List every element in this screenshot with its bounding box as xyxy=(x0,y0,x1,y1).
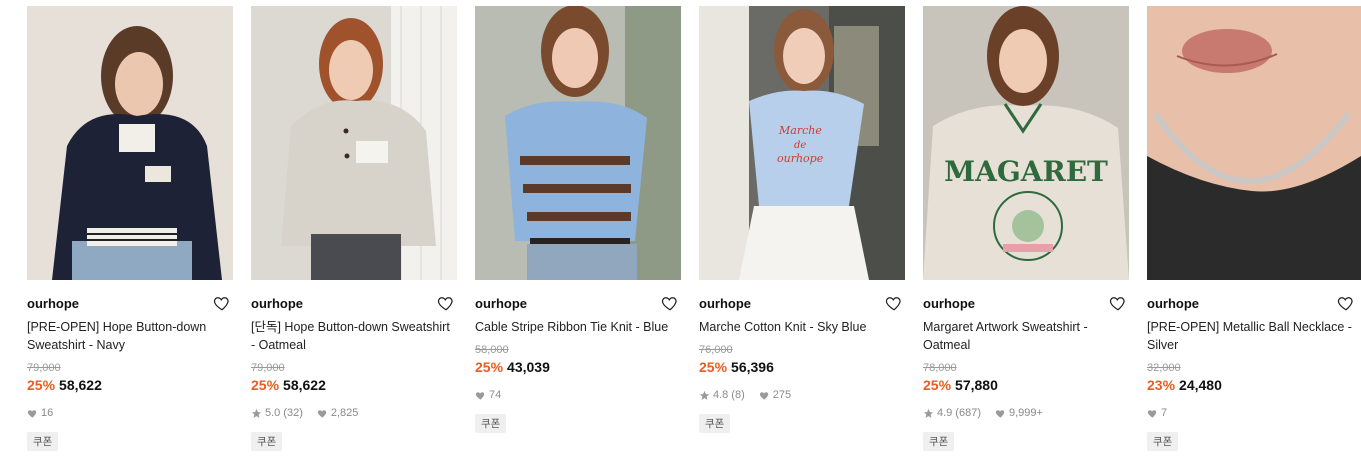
heart-icon[interactable] xyxy=(885,294,903,312)
brand-name[interactable]: ourhope xyxy=(1147,296,1199,311)
star-icon xyxy=(251,408,262,419)
discount-rate: 25% xyxy=(923,377,952,393)
coupon-badge: 쿠폰 xyxy=(923,432,955,451)
sale-price: 24,480 xyxy=(1179,377,1222,393)
product-image[interactable]: MAGARET xyxy=(923,6,1129,280)
discount-rate: 23% xyxy=(1147,377,1176,393)
heart-filled-icon xyxy=(759,390,770,401)
brand-name[interactable]: ourhope xyxy=(475,296,527,311)
like-count: 74 xyxy=(489,389,502,401)
price-line: 25% 56,396 xyxy=(699,359,774,375)
brand-name[interactable]: ourhope xyxy=(27,296,79,311)
coupon-badge: 쿠폰 xyxy=(1147,432,1179,451)
heart-filled-icon xyxy=(475,390,486,401)
product-image[interactable]: Marche de ourhope xyxy=(699,6,905,280)
price-line: 25% 58,622 xyxy=(251,377,326,393)
discount-rate: 25% xyxy=(27,377,56,393)
product-title[interactable]: [PRE-OPEN] Metallic Ball Necklace - Silv… xyxy=(1147,318,1361,354)
rating: 4.8 xyxy=(713,389,729,401)
brand-name[interactable]: ourhope xyxy=(699,296,751,311)
original-price: 78,000 xyxy=(923,362,957,374)
heart-icon[interactable] xyxy=(437,294,455,312)
coupon-badge: 쿠폰 xyxy=(251,432,283,451)
coupon-badge: 쿠폰 xyxy=(475,414,507,433)
product-meta: 5.0 (32) 2,825 xyxy=(251,407,358,419)
original-price: 32,000 xyxy=(1147,362,1181,374)
product-title[interactable]: Marche Cotton Knit - Sky Blue xyxy=(699,318,905,336)
price-line: 25% 43,039 xyxy=(475,359,550,375)
product-image[interactable] xyxy=(1147,6,1361,280)
heart-icon[interactable] xyxy=(1109,294,1127,312)
sale-price: 57,880 xyxy=(955,377,998,393)
discount-rate: 25% xyxy=(251,377,280,393)
rating: 5.0 xyxy=(265,407,281,419)
heart-icon[interactable] xyxy=(1337,294,1355,312)
product-meta: 74 xyxy=(475,389,501,401)
star-icon xyxy=(699,390,710,401)
heart-filled-icon xyxy=(317,408,328,419)
review-count: (687) xyxy=(955,407,981,419)
product-card[interactable]: MAGARET ourhope Margaret Artwork Sweatsh… xyxy=(923,6,1129,461)
product-title[interactable]: [PRE-OPEN] Hope Button-down Sweatshirt -… xyxy=(27,318,233,354)
original-price: 76,000 xyxy=(699,344,733,356)
like-count: 9,999+ xyxy=(1008,407,1043,419)
product-card[interactable]: ourhope [PRE-OPEN] Metallic Ball Necklac… xyxy=(1147,6,1361,461)
like-count: 2,825 xyxy=(330,407,359,419)
discount-rate: 25% xyxy=(699,359,728,375)
heart-icon[interactable] xyxy=(213,294,231,312)
review-count: (32) xyxy=(283,407,303,419)
product-image[interactable] xyxy=(251,6,457,280)
review-count: (8) xyxy=(731,389,745,401)
product-card[interactable]: Marche de ourhope ourhope Marche Cotton … xyxy=(699,6,905,461)
product-meta: 4.9 (687) 9,999+ xyxy=(923,407,1043,419)
sale-price: 56,396 xyxy=(731,359,774,375)
product-meta: 16 xyxy=(27,407,53,419)
coupon-badge: 쿠폰 xyxy=(27,432,59,451)
heart-filled-icon xyxy=(995,408,1006,419)
svg-text:de: de xyxy=(794,140,806,151)
like-count: 16 xyxy=(41,407,54,419)
svg-text:MAGARET: MAGARET xyxy=(944,155,1108,188)
product-card[interactable]: ourhope Cable Stripe Ribbon Tie Knit - B… xyxy=(475,6,681,461)
discount-rate: 25% xyxy=(475,359,504,375)
product-image[interactable] xyxy=(475,6,681,280)
price-line: 25% 58,622 xyxy=(27,377,102,393)
product-meta: 7 xyxy=(1147,407,1167,419)
product-title[interactable]: Margaret Artwork Sweatshirt - Oatmeal xyxy=(923,318,1129,354)
svg-text:Marche: Marche xyxy=(778,124,822,137)
product-meta: 4.8 (8) 275 xyxy=(699,389,791,401)
price-line: 23% 24,480 xyxy=(1147,377,1222,393)
star-icon xyxy=(923,408,934,419)
original-price: 58,000 xyxy=(475,344,509,356)
product-title[interactable]: Cable Stripe Ribbon Tie Knit - Blue xyxy=(475,318,681,336)
original-price: 79,000 xyxy=(27,362,61,374)
like-count: 7 xyxy=(1161,407,1168,419)
brand-name[interactable]: ourhope xyxy=(251,296,303,311)
product-card[interactable]: ourhope [PRE-OPEN] Hope Button-down Swea… xyxy=(27,6,233,461)
sale-price: 43,039 xyxy=(507,359,550,375)
svg-text:ourhope: ourhope xyxy=(777,152,824,165)
sale-price: 58,622 xyxy=(283,377,326,393)
coupon-badge: 쿠폰 xyxy=(699,414,731,433)
product-card[interactable]: ourhope [단독] Hope Button-down Sweatshirt… xyxy=(251,6,457,461)
price-line: 25% 57,880 xyxy=(923,377,998,393)
like-count: 275 xyxy=(772,389,792,401)
brand-name[interactable]: ourhope xyxy=(923,296,975,311)
product-image[interactable] xyxy=(27,6,233,280)
rating: 4.9 xyxy=(937,407,953,419)
heart-icon[interactable] xyxy=(661,294,679,312)
heart-filled-icon xyxy=(1147,408,1158,419)
product-title[interactable]: [단독] Hope Button-down Sweatshirt - Oatme… xyxy=(251,318,457,354)
heart-filled-icon xyxy=(27,408,38,419)
sale-price: 58,622 xyxy=(59,377,102,393)
original-price: 79,000 xyxy=(251,362,285,374)
